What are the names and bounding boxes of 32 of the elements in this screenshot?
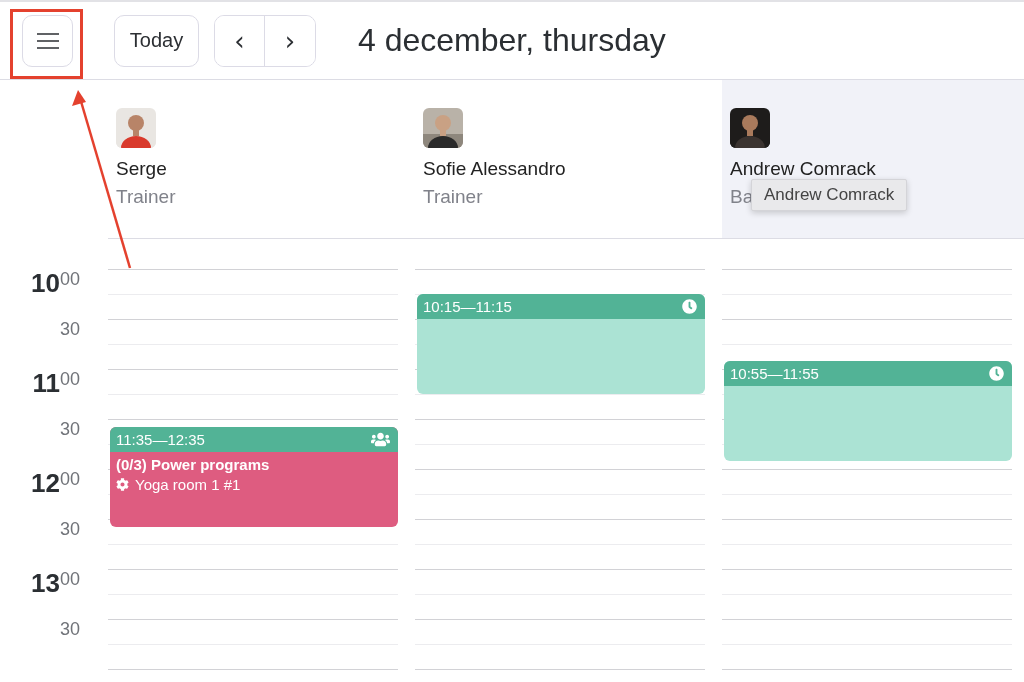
hour-label: 13 (31, 569, 60, 597)
menu-icon (36, 32, 59, 49)
clock-icon (989, 365, 1004, 381)
resource-name: Serge (116, 158, 167, 180)
hour-label: 12 (31, 469, 60, 497)
date-title: 4 december, thursday (358, 22, 666, 59)
clock-icon (682, 299, 697, 314)
settings-icon (116, 478, 129, 492)
menu-button[interactable] (22, 14, 73, 67)
today-button[interactable]: Today (114, 14, 199, 67)
previous-button[interactable]: ‹ (215, 15, 265, 66)
minute-label: 30 (59, 519, 80, 539)
minute-label: 30 (59, 319, 80, 339)
event-time: 10:55—11:55 (730, 364, 819, 382)
resource-name: Sofie Alessandro (423, 158, 566, 180)
event-time: 11:35—12:35 (116, 431, 205, 449)
event-room: Yoga room 1 #1 (135, 476, 241, 494)
minute-label: 00 (59, 569, 80, 589)
minute-label: 30 (59, 419, 80, 439)
minute-label: 00 (59, 369, 80, 389)
event-title: (0/3) Power programs (115, 455, 271, 474)
event-card[interactable]: 11:35—12:35 (0/3) Power programs Yoga room 1 #1 (110, 427, 398, 528)
hour-label: 10 (31, 269, 60, 297)
minute-label: 30 (59, 619, 80, 639)
minute-label: 00 (59, 469, 80, 489)
tooltip: Andrew Comrack (751, 179, 908, 211)
resource-role: Trainer (116, 186, 176, 208)
resource-role: Trainer (423, 186, 483, 208)
hour-label: 11 (32, 369, 60, 397)
resource-name: Andrew Comrack (730, 158, 876, 180)
event-time: 10:15—11:15 (423, 298, 512, 315)
minute-label: 00 (59, 269, 80, 289)
